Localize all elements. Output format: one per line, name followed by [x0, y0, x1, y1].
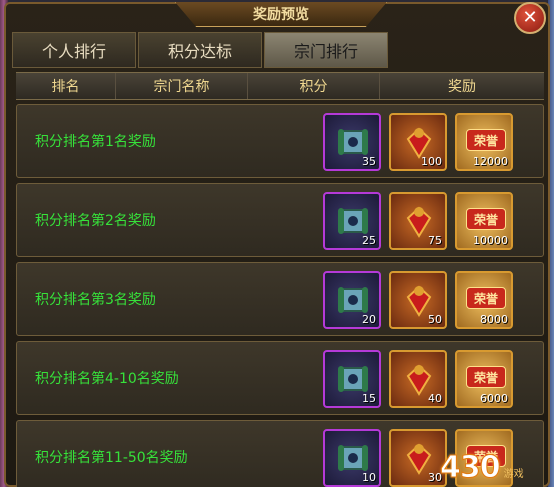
tab-sect-ranking[interactable]: 宗门排行 [264, 32, 388, 68]
honor-icon[interactable]: 荣誉 6000 [455, 350, 513, 408]
golden-fan-icon[interactable]: 30 [389, 429, 447, 487]
item-quantity: 35 [362, 155, 376, 168]
item-quantity: 50 [428, 313, 442, 326]
rank-reward-label: 积分排名第4-10名奖励 [35, 371, 179, 387]
item-quantity: 12000 [473, 155, 508, 168]
scroll-icon[interactable]: 20 [323, 271, 381, 329]
item-quantity: 25 [362, 234, 376, 247]
rank-reward-label: 积分排名第2名奖励 [35, 213, 156, 229]
item-quantity: 10000 [473, 234, 508, 247]
tab-personal-ranking[interactable]: 个人排行 [12, 32, 136, 68]
golden-fan-icon[interactable]: 75 [389, 192, 447, 250]
reward-row: 积分排名第1名奖励 35 100 荣誉 12000 [16, 104, 544, 178]
reward-list[interactable]: 积分排名第1名奖励 35 100 荣誉 12000 积分排名第2名奖励 25 7… [16, 104, 544, 487]
item-quantity: 15 [362, 392, 376, 405]
reward-row: 积分排名第4-10名奖励 15 40 荣誉 6000 [16, 341, 544, 415]
item-quantity: 100 [421, 155, 442, 168]
honor-icon[interactable]: 荣誉 12000 [455, 113, 513, 171]
tab-label: 积分达标 [167, 42, 232, 61]
column-header-points: 积分 [248, 73, 380, 99]
scroll-icon[interactable]: 15 [323, 350, 381, 408]
column-header-rank: 排名 [16, 73, 116, 99]
tab-points-target[interactable]: 积分达标 [138, 32, 262, 68]
rank-reward-label: 积分排名第1名奖励 [35, 134, 156, 150]
honor-icon[interactable]: 荣誉 8000 [455, 271, 513, 329]
watermark-logo-number: 430 [440, 449, 502, 485]
window-title: 奖励预览 [253, 7, 309, 23]
item-quantity: 8000 [480, 313, 508, 326]
item-quantity: 75 [428, 234, 442, 247]
window-title-plate: 奖励预览 [175, 2, 387, 27]
scroll-icon[interactable]: 35 [323, 113, 381, 171]
rank-reward-label: 积分排名第11-50名奖励 [35, 450, 188, 466]
reward-row: 积分排名第3名奖励 20 50 荣誉 8000 [16, 262, 544, 336]
honor-badge: 荣誉 [466, 208, 506, 230]
reward-row: 积分排名第2名奖励 25 75 荣誉 10000 [16, 183, 544, 257]
honor-icon[interactable]: 荣誉 10000 [455, 192, 513, 250]
table-header: 排名 宗门名称 积分 奖励 [16, 72, 544, 100]
golden-fan-icon[interactable]: 100 [389, 113, 447, 171]
column-header-rewards: 奖励 [448, 79, 476, 95]
tab-label: 个人排行 [41, 42, 106, 61]
honor-badge: 荣誉 [466, 287, 506, 309]
tab-label: 宗门排行 [293, 42, 358, 61]
item-quantity: 20 [362, 313, 376, 326]
site-watermark: 430 游戏 [440, 448, 552, 486]
item-quantity: 40 [428, 392, 442, 405]
item-quantity: 6000 [480, 392, 508, 405]
rank-reward-label: 积分排名第3名奖励 [35, 292, 156, 308]
item-quantity: 10 [362, 471, 376, 484]
honor-badge: 荣誉 [466, 366, 506, 388]
column-header-sect-name: 宗门名称 [116, 73, 248, 99]
tab-bar: 个人排行 积分达标 宗门排行 [12, 32, 390, 70]
golden-fan-icon[interactable]: 50 [389, 271, 447, 329]
honor-badge: 荣誉 [466, 129, 506, 151]
golden-fan-icon[interactable]: 40 [389, 350, 447, 408]
close-icon: ✕ [522, 7, 538, 28]
scroll-icon[interactable]: 25 [323, 192, 381, 250]
scroll-icon[interactable]: 10 [323, 429, 381, 487]
close-button[interactable]: ✕ [514, 2, 546, 34]
watermark-logo-text: 游戏 [503, 468, 524, 480]
